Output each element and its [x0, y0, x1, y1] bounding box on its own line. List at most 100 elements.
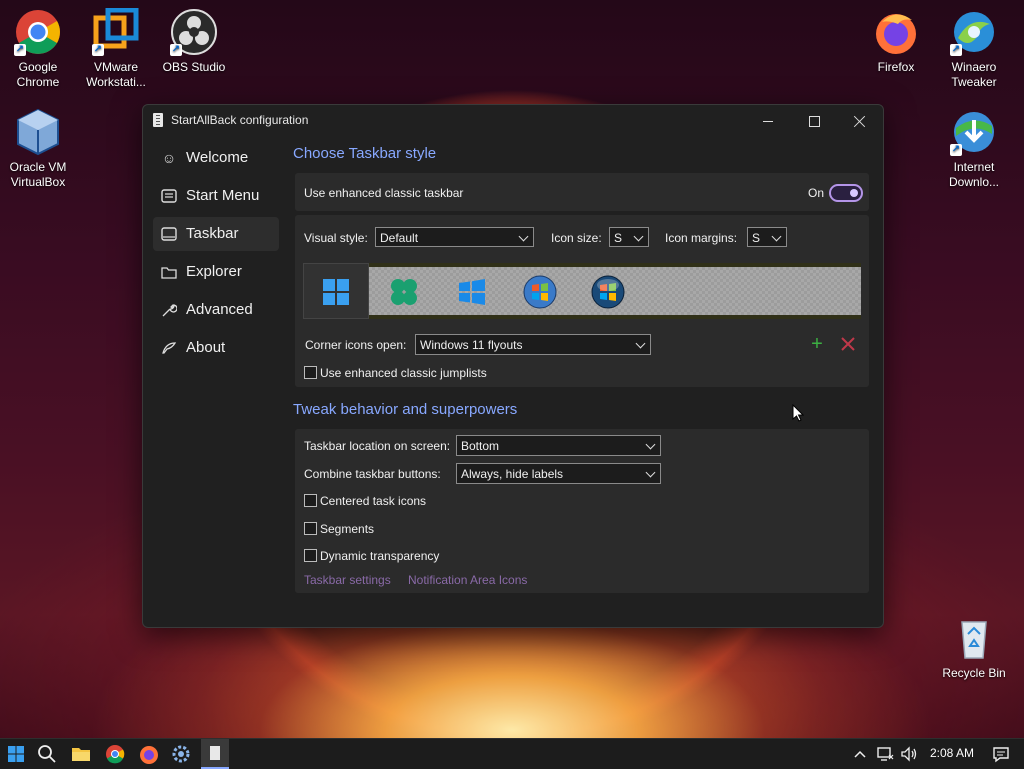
startallback-app-icon	[153, 113, 163, 127]
sidebar-item-label: Explorer	[186, 263, 242, 280]
about-icon	[161, 341, 177, 355]
remove-icon[interactable]	[841, 337, 855, 351]
dynamic-transparency-checkbox[interactable]	[304, 549, 317, 562]
shortcut-arrow-icon: ↗	[14, 44, 26, 56]
corner-icons-label: Corner icons open:	[305, 338, 407, 352]
desktop-icon-idm[interactable]: ↗ Internet Downlo...	[936, 108, 1012, 190]
sidebar-item-label: Taskbar	[186, 225, 239, 242]
taskbar-location-label: Taskbar location on screen:	[304, 439, 451, 453]
combine-buttons-select[interactable]: Always, hide labels	[456, 463, 661, 484]
style-option-windows11[interactable]	[303, 263, 369, 319]
taskbar-clock[interactable]: 2:08 AM	[924, 746, 980, 760]
sidebar-item-welcome[interactable]: ☺ Welcome	[153, 141, 279, 175]
firefox-icon	[872, 8, 920, 56]
desktop-icon-label: OBS Studio	[162, 60, 226, 74]
smile-icon: ☺	[161, 150, 177, 166]
volume-icon[interactable]	[900, 745, 918, 763]
toggle-state-label: On	[808, 186, 825, 200]
style-option-windows7[interactable]	[523, 275, 557, 309]
style-option-windows10[interactable]	[455, 275, 489, 309]
enhanced-taskbar-label: Use enhanced classic taskbar	[304, 186, 464, 200]
taskbar-settings-link[interactable]: Taskbar settings	[304, 573, 391, 587]
mouse-cursor-icon	[792, 403, 805, 427]
add-icon[interactable]: +	[809, 334, 825, 354]
desktop-icon-vmware[interactable]: ↗ VMware Workstati...	[78, 7, 154, 90]
desktop-icon-firefox[interactable]: Firefox	[858, 8, 934, 75]
maximize-icon	[808, 115, 820, 127]
style-option-vista[interactable]	[591, 275, 625, 309]
desktop-icon-label: Internet Downlo...	[948, 160, 1000, 189]
obs-icon: ↗	[170, 8, 218, 56]
taskbar-icon	[161, 227, 177, 241]
sidebar-item-taskbar[interactable]: Taskbar	[153, 217, 279, 251]
sidebar-item-start-menu[interactable]: Start Menu	[153, 179, 279, 213]
desktop-icon-chrome[interactable]: ↗ Google Chrome	[0, 8, 76, 90]
enhanced-jumplists-label: Use enhanced classic jumplists	[320, 366, 487, 380]
desktop-icon-obs[interactable]: ↗ OBS Studio	[156, 8, 232, 75]
sidebar-item-about[interactable]: About	[153, 331, 279, 365]
desktop-icon-label: Google Chrome	[16, 60, 60, 89]
icon-size-select[interactable]: S	[609, 227, 649, 247]
desktop-icon-recycle-bin[interactable]: Recycle Bin	[936, 614, 1012, 681]
combine-buttons-value: Always, hide labels	[461, 467, 564, 481]
settings-gear-icon[interactable]	[170, 743, 192, 765]
corner-icons-select[interactable]: Windows 11 flyouts	[415, 334, 651, 355]
show-hidden-icons-chevron[interactable]	[854, 747, 866, 759]
corner-icons-value: Windows 11 flyouts	[420, 338, 523, 352]
taskbar-location-select[interactable]: Bottom	[456, 435, 661, 456]
close-icon	[854, 115, 866, 127]
windows11-logo-icon	[323, 279, 349, 305]
notification-center-icon[interactable]	[992, 745, 1010, 763]
chevron-down-icon	[645, 439, 656, 450]
sidebar-nav: ☺ Welcome Start Menu Taskbar Explorer Ad…	[153, 141, 279, 369]
visual-style-value: Default	[380, 231, 419, 245]
sidebar-item-explorer[interactable]: Explorer	[153, 255, 279, 289]
network-icon[interactable]	[876, 745, 894, 763]
shortcut-arrow-icon: ↗	[92, 44, 104, 56]
virtualbox-icon	[14, 108, 62, 156]
windows-taskbar: 2:08 AM	[0, 738, 1024, 769]
sidebar-item-label: Advanced	[186, 301, 253, 318]
minimize-icon	[763, 120, 773, 122]
start-button[interactable]	[5, 743, 27, 765]
firefox-taskbar-icon[interactable]	[138, 743, 160, 765]
shortcut-arrow-icon: ↗	[170, 44, 182, 56]
combine-buttons-label: Combine taskbar buttons:	[304, 467, 441, 481]
centered-icons-checkbox[interactable]	[304, 494, 317, 507]
notification-area-icons-link[interactable]: Notification Area Icons	[408, 573, 527, 587]
sidebar-item-label: Welcome	[186, 149, 249, 166]
style-option-clover[interactable]	[387, 275, 421, 309]
icon-margins-select[interactable]: S	[747, 227, 787, 247]
chevron-down-icon	[771, 231, 782, 242]
vmware-icon: ↗	[92, 7, 140, 56]
icon-margins-label: Icon margins:	[665, 231, 738, 245]
search-icon[interactable]	[36, 743, 58, 765]
visual-style-select[interactable]: Default	[375, 227, 534, 247]
enhanced-taskbar-toggle[interactable]	[829, 184, 863, 202]
chrome-icon: ↗	[14, 8, 62, 56]
enhanced-jumplists-checkbox[interactable]	[304, 366, 317, 379]
sidebar-item-advanced[interactable]: Advanced	[153, 293, 279, 327]
close-button[interactable]	[837, 105, 883, 135]
shortcut-arrow-icon: ↗	[950, 144, 962, 156]
sidebar-item-label: Start Menu	[186, 187, 260, 204]
maximize-button[interactable]	[791, 105, 837, 135]
windows-vista-orb-icon	[591, 275, 625, 309]
segments-checkbox[interactable]	[304, 522, 317, 535]
desktop-icon-winaero[interactable]: ↗ Winaero Tweaker	[936, 8, 1012, 90]
chevron-down-icon	[518, 231, 529, 242]
minimize-button[interactable]	[745, 105, 791, 135]
startallback-icon	[210, 746, 220, 760]
toggle-knob	[850, 189, 858, 197]
startallback-taskbar-button[interactable]	[201, 739, 229, 769]
centered-icons-label: Centered task icons	[320, 494, 427, 508]
windows7-orb-icon	[523, 275, 557, 309]
file-explorer-icon[interactable]	[70, 743, 92, 765]
desktop-icon-label: Recycle Bin	[942, 666, 1006, 680]
title-bar[interactable]: StartAllBack configuration	[143, 105, 883, 135]
desktop-icon-virtualbox[interactable]: Oracle VM VirtualBox	[0, 108, 76, 190]
chrome-taskbar-icon[interactable]	[104, 743, 126, 765]
icon-margins-value: S	[752, 231, 761, 245]
shortcut-arrow-icon: ↗	[950, 44, 962, 56]
recycle-bin-icon	[950, 614, 998, 662]
